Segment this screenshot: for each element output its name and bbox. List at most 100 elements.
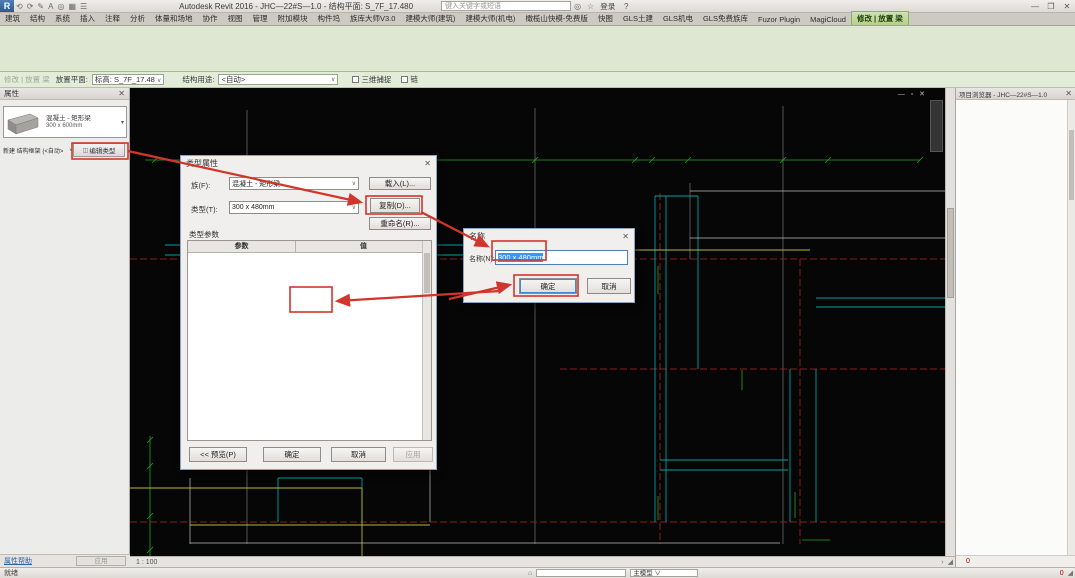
qat-icon[interactable]: A	[48, 2, 53, 11]
login-link[interactable]: 登录	[600, 1, 615, 12]
type-dialog-title: 类型属性	[186, 158, 218, 169]
type-ok-button[interactable]: 确定	[263, 447, 321, 462]
properties-help-link[interactable]: 属性帮助	[4, 556, 32, 566]
name-cancel-button[interactable]: 取消	[587, 278, 631, 294]
qat-icon[interactable]: ⟲	[16, 2, 23, 11]
status-text: 就绪	[4, 568, 18, 578]
browser-filter-badge: 0	[966, 558, 970, 565]
type-dialog-titlebar[interactable]: 类型属性 ✕	[181, 156, 436, 170]
contextual-tab-modify-place-beam[interactable]: 修改 | 放置 梁	[851, 11, 909, 25]
placement-plane-select[interactable]: 标高: S_7F_17.48 ∨	[92, 74, 165, 85]
chain-checkbox[interactable]	[401, 76, 408, 83]
ribbon-tab[interactable]: 协作	[198, 12, 223, 25]
navigation-bar[interactable]	[930, 100, 943, 152]
param-column-header: 参数	[188, 241, 296, 252]
minimize-button[interactable]: —	[1027, 2, 1043, 11]
type-dialog-close-icon[interactable]: ✕	[424, 159, 431, 168]
home-icon[interactable]: ⌂	[528, 570, 532, 577]
name-dialog-close-icon[interactable]: ✕	[622, 232, 629, 241]
family-select[interactable]: 混凝土 - 矩形梁∨	[229, 177, 359, 190]
ribbon-tab[interactable]: GLS免费族库	[698, 12, 753, 25]
qat-icon[interactable]: ◎	[57, 2, 64, 11]
type-selector[interactable]: 混凝土 - 矩形梁 300 x 600mm ▾	[3, 106, 127, 138]
name-dialog-title: 名称	[469, 231, 485, 242]
3d-snap-checkbox[interactable]	[352, 76, 359, 83]
ribbon-tab[interactable]: GLS土建	[618, 12, 658, 25]
structural-usage-select[interactable]: <自动>∨	[218, 74, 338, 85]
ribbon-tab[interactable]: Fuzor Plugin	[753, 14, 805, 25]
window-title: Autodesk Revit 2016 - JHC—22#S—1.0 - 结构平…	[179, 1, 413, 12]
properties-apply-button[interactable]: 应用	[76, 556, 126, 566]
ribbon-tab[interactable]: 管理	[248, 12, 273, 25]
close-button[interactable]: ✕	[1059, 2, 1075, 11]
ribbon-tab[interactable]: 建模大师(机电)	[460, 12, 520, 25]
type-table-scrollbar[interactable]	[422, 241, 431, 440]
ribbon-tab[interactable]: 系统	[50, 12, 75, 25]
status-resize-grip-icon: ◢	[1068, 569, 1073, 577]
active-model-select[interactable]: 主模型 ∨	[630, 569, 698, 577]
ribbon-tab[interactable]: MagiCloud	[805, 14, 851, 25]
account-icons[interactable]: ◎☆	[571, 2, 597, 11]
ribbon	[0, 26, 1075, 72]
ribbon-tab[interactable]: 插入	[75, 12, 100, 25]
maximize-button[interactable]: ❐	[1043, 2, 1059, 11]
ribbon-tab[interactable]: 体量和场地	[150, 12, 198, 25]
name-ok-button[interactable]: 确定	[519, 278, 577, 294]
ribbon-tab[interactable]: GLS机电	[658, 12, 698, 25]
quick-access-toolbar[interactable]: ⟲ ⟳✎ A ◎ ▦ ☰	[14, 2, 89, 11]
ribbon-tab[interactable]: 建筑	[0, 12, 25, 25]
qat-icon[interactable]: ☰	[80, 2, 87, 11]
placement-plane-label: 放置平面:	[56, 74, 88, 85]
preview-button[interactable]: << 预览(P)	[189, 447, 247, 462]
ribbon-tab[interactable]: 结构	[25, 12, 50, 25]
ribbon-tab[interactable]: 注释	[100, 12, 125, 25]
type-selector-dropdown-icon[interactable]: ▾	[121, 119, 124, 126]
view-window-controls[interactable]: — ▫ ✕	[898, 90, 927, 98]
ribbon-tab[interactable]: 视图	[223, 12, 248, 25]
context-mode-label: 修改 | 放置 梁	[4, 74, 50, 85]
qat-icon[interactable]: ▦	[68, 2, 76, 11]
name-input[interactable]: 300 x 480mm	[495, 250, 628, 265]
load-button[interactable]: 载入(L)...	[369, 177, 431, 190]
search-input[interactable]: 键入关键字或短语	[441, 1, 571, 11]
project-browser-title: 项目浏览器 - JHC—22#S—1.0	[959, 89, 1047, 99]
ribbon-tab[interactable]: 橄榄山快模-免费版	[520, 12, 593, 25]
resize-grip-icon[interactable]: ◢	[948, 558, 953, 566]
project-browser-header[interactable]: 项目浏览器 - JHC—22#S—1.0 ✕	[956, 88, 1075, 100]
qat-icon[interactable]: ✎	[37, 2, 44, 11]
status-search-input[interactable]	[536, 569, 626, 577]
project-browser: 项目浏览器 - JHC—22#S—1.0 ✕ 0	[955, 88, 1075, 567]
ribbon-tab[interactable]: 附加模块	[273, 12, 313, 25]
edit-type-button[interactable]: ◫ 编辑类型	[73, 143, 125, 157]
rename-button[interactable]: 重命名(R)...	[369, 217, 431, 230]
type-select[interactable]: 300 x 480mm∨	[229, 201, 359, 214]
ribbon-tab[interactable]: 分析	[125, 12, 150, 25]
account-icon[interactable]: ☆	[587, 2, 594, 11]
ribbon-tab[interactable]: 快图	[593, 12, 618, 25]
properties-title: 属性	[4, 88, 19, 99]
help-icon[interactable]: ?	[618, 2, 634, 11]
properties-close-icon[interactable]: ✕	[118, 89, 125, 98]
account-icon[interactable]: ◎	[574, 2, 581, 11]
view-scale[interactable]: 1 : 100	[136, 559, 157, 566]
type-size: 300 x 600mm	[46, 123, 91, 129]
qat-icon[interactable]: ⟳	[27, 2, 34, 11]
ribbon-tab[interactable]: 建模大师(建筑)	[400, 12, 460, 25]
instance-selector[interactable]: 新建 结构框架 (<自动>	[3, 146, 69, 155]
type-name: 混凝土 - 矩形梁	[46, 115, 91, 123]
name-label: 名称(N):	[469, 254, 495, 264]
3d-snap-label: 三维捕捉	[361, 74, 391, 85]
name-dialog-titlebar[interactable]: 名称 ✕	[464, 229, 634, 243]
pan-right-icon[interactable]: ›	[941, 559, 943, 566]
duplicate-button[interactable]: 复制(D)...	[370, 198, 420, 213]
project-browser-close-icon[interactable]: ✕	[1065, 89, 1072, 98]
drawing-scrollbar[interactable]	[945, 88, 955, 556]
browser-scrollbar[interactable]	[1067, 100, 1075, 555]
properties-header[interactable]: 属性 ✕	[0, 88, 129, 100]
app-menu-icon[interactable]: R	[0, 0, 14, 12]
properties-panel: 属性 ✕ 混凝土 - 矩形梁 300 x 600mm ▾ 新建 结构框架 (<自…	[0, 88, 130, 567]
ribbon-tab[interactable]: 构件坞	[313, 12, 346, 25]
type-cancel-button[interactable]: 取消	[331, 447, 386, 462]
ribbon-tab[interactable]: 族库大师V3.0	[345, 12, 400, 25]
type-apply-button[interactable]: 应用	[393, 447, 433, 462]
